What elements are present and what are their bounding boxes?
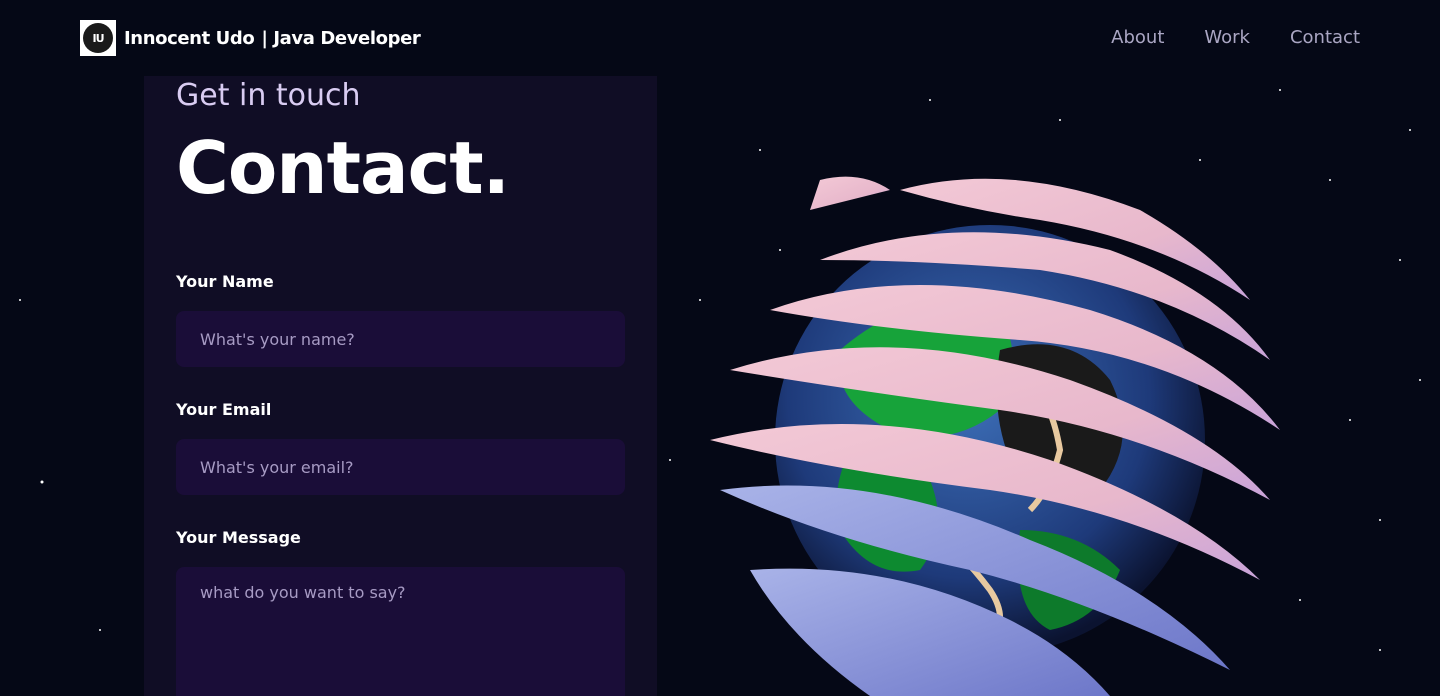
name-input[interactable]	[176, 311, 625, 367]
brand-role: | Java Developer	[261, 27, 421, 49]
nav-link-about[interactable]: About	[1111, 27, 1164, 48]
nav-links: About Work Contact	[1111, 27, 1360, 48]
nav-link-work[interactable]: Work	[1204, 27, 1250, 48]
navbar: IU Innocent Udo | Java Developer About Wo…	[0, 0, 1440, 76]
message-label: Your Message	[176, 528, 301, 547]
logo-icon[interactable]: IU	[80, 20, 116, 56]
email-input[interactable]	[176, 439, 625, 495]
logo-monogram: IU	[83, 23, 113, 53]
logo-link[interactable]: IU Innocent Udo | Java Developer	[80, 20, 421, 56]
email-label: Your Email	[176, 400, 272, 419]
message-textarea[interactable]	[176, 567, 625, 696]
nav-link-contact[interactable]: Contact	[1290, 27, 1360, 48]
section-title: Contact.	[176, 126, 510, 210]
contact-form-card: Get in touch Contact. Your Name Your Ema…	[144, 76, 657, 696]
earth-globe-3d-icon[interactable]	[690, 150, 1310, 696]
section-subtitle: Get in touch	[176, 78, 361, 113]
brand-title[interactable]: Innocent Udo | Java Developer	[124, 27, 421, 49]
name-label: Your Name	[176, 272, 274, 291]
brand-name: Innocent Udo	[124, 27, 255, 49]
